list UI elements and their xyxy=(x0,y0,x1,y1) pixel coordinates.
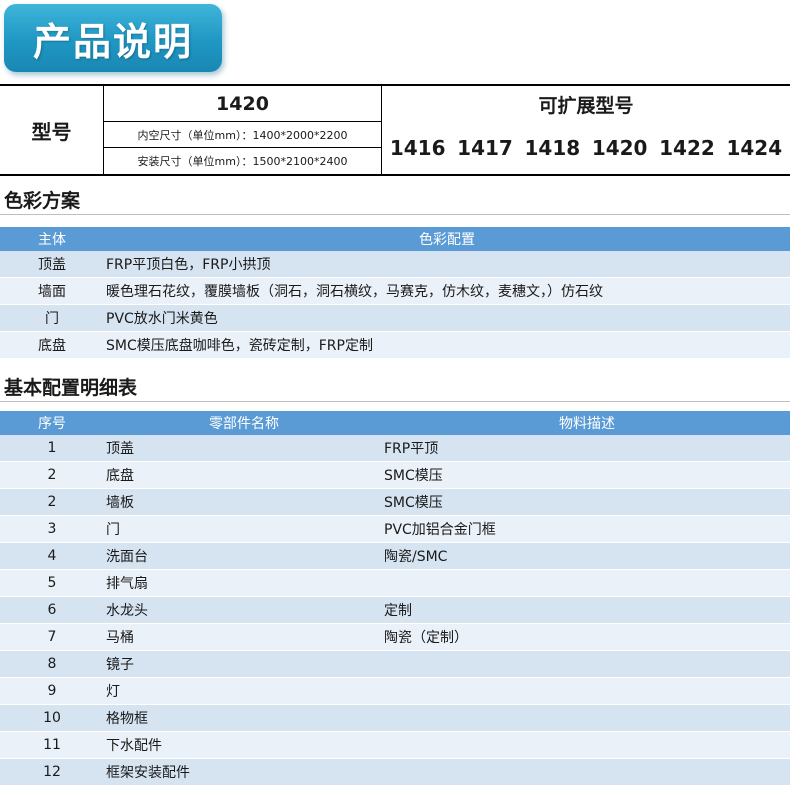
table-row: 3 门 PVC加铝合金门框 xyxy=(0,516,790,543)
cell: 门 xyxy=(45,311,59,327)
cell: 6 xyxy=(47,602,57,618)
cell: PVC加铝合金门框 xyxy=(384,522,496,538)
table-row: 7 马桶 陶瓷（定制） xyxy=(0,624,790,651)
divider xyxy=(0,214,790,215)
cell: 1 xyxy=(47,440,57,456)
cell: 墙面 xyxy=(38,284,66,300)
table-row: 4 洗面台 陶瓷/SMC xyxy=(0,543,790,570)
extendable-models-list: 1416 1417 1418 1420 1422 1424 xyxy=(382,122,790,174)
cell: 马桶 xyxy=(106,630,134,646)
cell: 12 xyxy=(43,764,61,780)
parts-table: 序号 零部件名称 物料描述 1 顶盖 FRP平顶 2 底盘 SMC模压 2 墙板… xyxy=(0,411,790,786)
table-row: 9 灯 xyxy=(0,678,790,705)
cell: 定制 xyxy=(384,603,412,619)
table-row: 2 墙板 SMC模压 xyxy=(0,489,790,516)
header-cell: 主体 xyxy=(38,232,66,248)
model-table: 型号 1420 内空尺寸（单位mm）：1400*2000*2200 安装尺寸（单… xyxy=(0,84,790,176)
table-row: 墙面 暖色理石花纹，覆膜墙板（洞石，洞石横纹，马赛克，仿木纹，麦穗文，）仿石纹 xyxy=(0,278,790,305)
table-row: 门 PVC放水门米黄色 xyxy=(0,305,790,332)
table-row: 8 镜子 xyxy=(0,651,790,678)
table-row: 6 水龙头 定制 xyxy=(0,597,790,624)
header-cell: 序号 xyxy=(38,416,66,432)
cell: PVC放水门米黄色 xyxy=(106,311,218,327)
cell: 底盘 xyxy=(106,468,134,484)
cell: 洗面台 xyxy=(106,549,148,565)
cell: 格物框 xyxy=(106,711,148,727)
table-header: 主体 色彩配置 xyxy=(0,227,790,251)
cell: SMC模压底盘咖啡色，瓷砖定制，FRP定制 xyxy=(106,338,373,354)
header-cell: 物料描述 xyxy=(559,416,615,432)
table-row: 5 排气扇 xyxy=(0,570,790,597)
cell: 4 xyxy=(47,548,57,564)
ext-model: 1417 xyxy=(457,136,513,160)
cell: 墙板 xyxy=(106,495,134,511)
table-row: 12 框架安装配件 xyxy=(0,759,790,786)
cell: 陶瓷（定制） xyxy=(384,630,468,646)
table-row: 顶盖 FRP平顶白色，FRP小拱顶 xyxy=(0,251,790,278)
cell: 顶盖 xyxy=(38,257,66,273)
cell: 顶盖 xyxy=(106,441,134,457)
inner-size: 内空尺寸（单位mm）：1400*2000*2200 xyxy=(104,122,382,148)
table-row: 11 下水配件 xyxy=(0,732,790,759)
divider xyxy=(0,401,790,402)
cell: 暖色理石花纹，覆膜墙板（洞石，洞石横纹，马赛克，仿木纹，麦穗文，）仿石纹 xyxy=(106,284,603,300)
table-row: 10 格物框 xyxy=(0,705,790,732)
cell: 水龙头 xyxy=(106,603,148,619)
cell: FRP平顶 xyxy=(384,441,439,457)
color-scheme-table: 主体 色彩配置 顶盖 FRP平顶白色，FRP小拱顶 墙面 暖色理石花纹，覆膜墙板… xyxy=(0,227,790,359)
extendable-models-title: 可扩展型号 xyxy=(538,94,634,117)
table-row: 1 顶盖 FRP平顶 xyxy=(0,435,790,462)
ext-model: 1424 xyxy=(726,136,783,160)
ext-model: 1416 xyxy=(389,136,446,160)
cell: 11 xyxy=(43,737,61,753)
color-scheme-title: 色彩方案 xyxy=(4,190,81,212)
cell: 7 xyxy=(47,629,57,645)
table-row: 2 底盘 SMC模压 xyxy=(0,462,790,489)
table-row: 底盘 SMC模压底盘咖啡色，瓷砖定制，FRP定制 xyxy=(0,332,790,359)
model-value: 1420 xyxy=(104,86,382,122)
cell: 门 xyxy=(106,522,120,538)
cell: 5 xyxy=(47,575,57,591)
cell: 10 xyxy=(43,710,61,726)
model-label: 型号 xyxy=(0,86,104,174)
install-size: 安装尺寸（单位mm）：1500*2100*2400 xyxy=(104,148,382,174)
cell: 陶瓷/SMC xyxy=(384,549,448,565)
cell: 下水配件 xyxy=(106,738,162,754)
cell: 8 xyxy=(47,656,57,672)
ext-model: 1418 xyxy=(524,136,581,160)
cell: 灯 xyxy=(106,684,120,700)
header-cell: 零部件名称 xyxy=(209,416,279,432)
table-header: 序号 零部件名称 物料描述 xyxy=(0,411,790,435)
cell: SMC模压 xyxy=(384,495,443,511)
cell: FRP平顶白色，FRP小拱顶 xyxy=(106,257,271,273)
ext-model: 1422 xyxy=(659,136,715,160)
parts-list-title: 基本配置明细表 xyxy=(4,377,138,399)
page-title: 产品说明 xyxy=(32,19,193,64)
cell: 2 xyxy=(47,467,57,483)
page-title-badge: 产品说明 xyxy=(4,4,222,72)
cell: SMC模压 xyxy=(384,468,443,484)
cell: 镜子 xyxy=(106,657,134,673)
cell: 框架安装配件 xyxy=(106,765,190,781)
cell: 9 xyxy=(47,683,57,699)
ext-model: 1420 xyxy=(591,136,648,160)
cell: 底盘 xyxy=(38,338,66,354)
cell: 2 xyxy=(47,494,57,510)
header-cell: 色彩配置 xyxy=(419,232,475,248)
cell: 3 xyxy=(47,521,57,537)
cell: 排气扇 xyxy=(106,576,148,592)
